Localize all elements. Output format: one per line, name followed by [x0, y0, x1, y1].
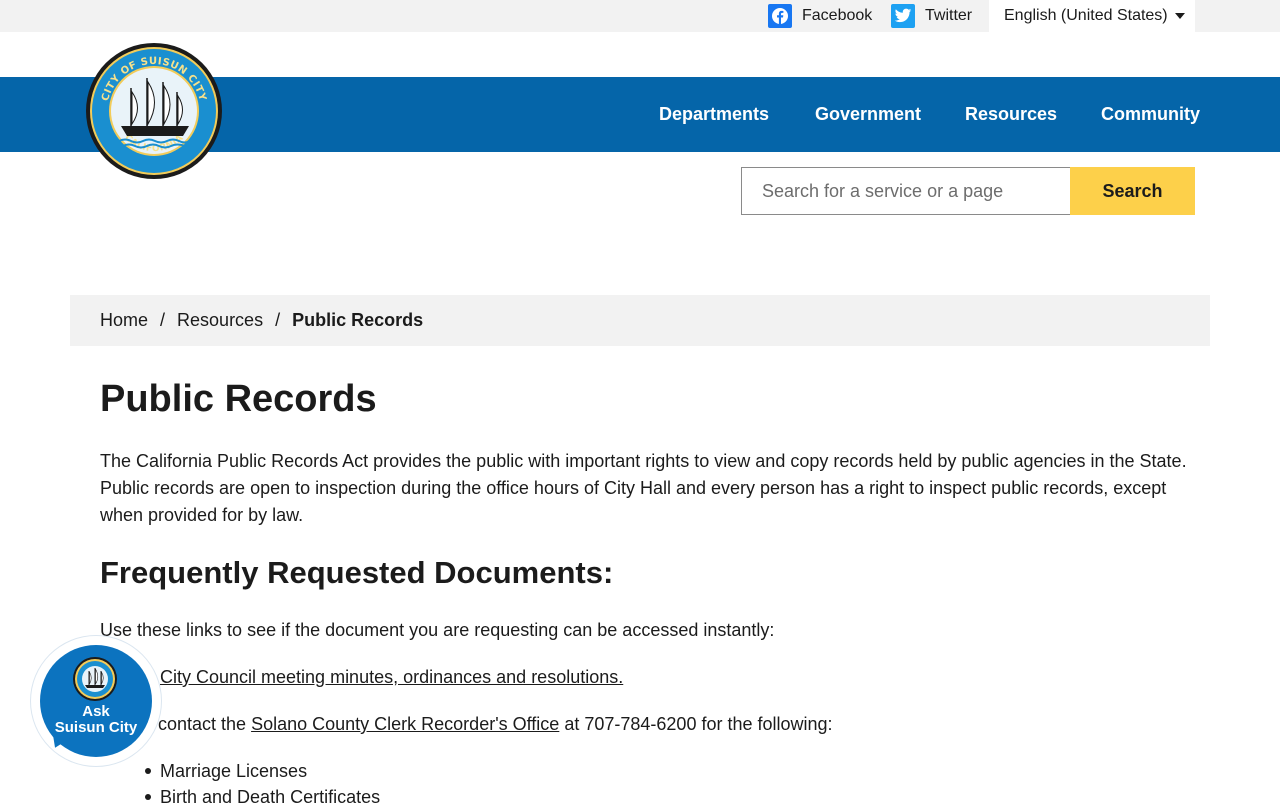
- language-label: English (United States): [1004, 7, 1168, 24]
- clerk-prefix: contact the: [158, 714, 247, 734]
- council-minutes-link[interactable]: City Council meeting minutes, ordinances…: [160, 664, 623, 691]
- intro-paragraph: The California Public Records Act provid…: [100, 451, 1187, 525]
- clerk-recorder-paragraph: contact the Solano County Clerk Recorder…: [158, 711, 833, 738]
- breadcrumb-resources[interactable]: Resources: [177, 310, 263, 331]
- twitter-icon: [891, 4, 915, 28]
- lead-paragraph: Use these links to see if the document y…: [100, 620, 775, 640]
- list-item: Marriage Licenses: [144, 758, 380, 784]
- facebook-link[interactable]: Facebook: [768, 0, 872, 32]
- list-item: Birth and Death Certificates: [144, 784, 380, 810]
- ask-suisun-city-chat-button[interactable]: Ask Suisun City: [40, 645, 152, 757]
- nav-resources[interactable]: Resources: [965, 104, 1057, 125]
- clerk-suffix: at 707-784-6200 for the following:: [564, 714, 833, 734]
- search-input[interactable]: [741, 167, 1070, 215]
- facebook-icon: [768, 4, 792, 28]
- twitter-label: Twitter: [925, 7, 973, 24]
- chevron-down-icon: [1175, 13, 1185, 19]
- facebook-label: Facebook: [802, 7, 873, 24]
- clerk-recorder-link[interactable]: Solano County Clerk Recorder's Office: [251, 714, 559, 734]
- city-seal-graphic: CITY OF SUISUN CITY CALIFORNIA: [86, 43, 222, 179]
- page-title: Public Records: [100, 378, 377, 420]
- twitter-link[interactable]: Twitter: [891, 0, 972, 32]
- breadcrumb-home[interactable]: Home: [100, 310, 148, 331]
- documents-list: Marriage Licenses Birth and Death Certif…: [144, 758, 380, 810]
- nav-government[interactable]: Government: [815, 104, 921, 125]
- breadcrumb-separator: /: [275, 310, 281, 330]
- chat-label-line2: Suisun City: [54, 719, 138, 736]
- chat-label-line1: Ask: [82, 703, 110, 720]
- nav-departments[interactable]: Departments: [659, 104, 769, 125]
- breadcrumb: Home / Resources / Public Records: [70, 295, 1210, 346]
- city-seal-icon: [73, 657, 117, 701]
- city-seal-logo[interactable]: CITY OF SUISUN CITY CALIFORNIA: [85, 42, 223, 180]
- section-heading: Frequently Requested Documents:: [100, 555, 614, 590]
- breadcrumb-separator: /: [160, 310, 166, 330]
- nav-community[interactable]: Community: [1101, 104, 1200, 125]
- chat-label: Ask Suisun City: [40, 704, 152, 736]
- language-select[interactable]: English (United States): [989, 0, 1195, 32]
- search-button[interactable]: Search: [1070, 167, 1195, 215]
- breadcrumb-current: Public Records: [292, 310, 424, 330]
